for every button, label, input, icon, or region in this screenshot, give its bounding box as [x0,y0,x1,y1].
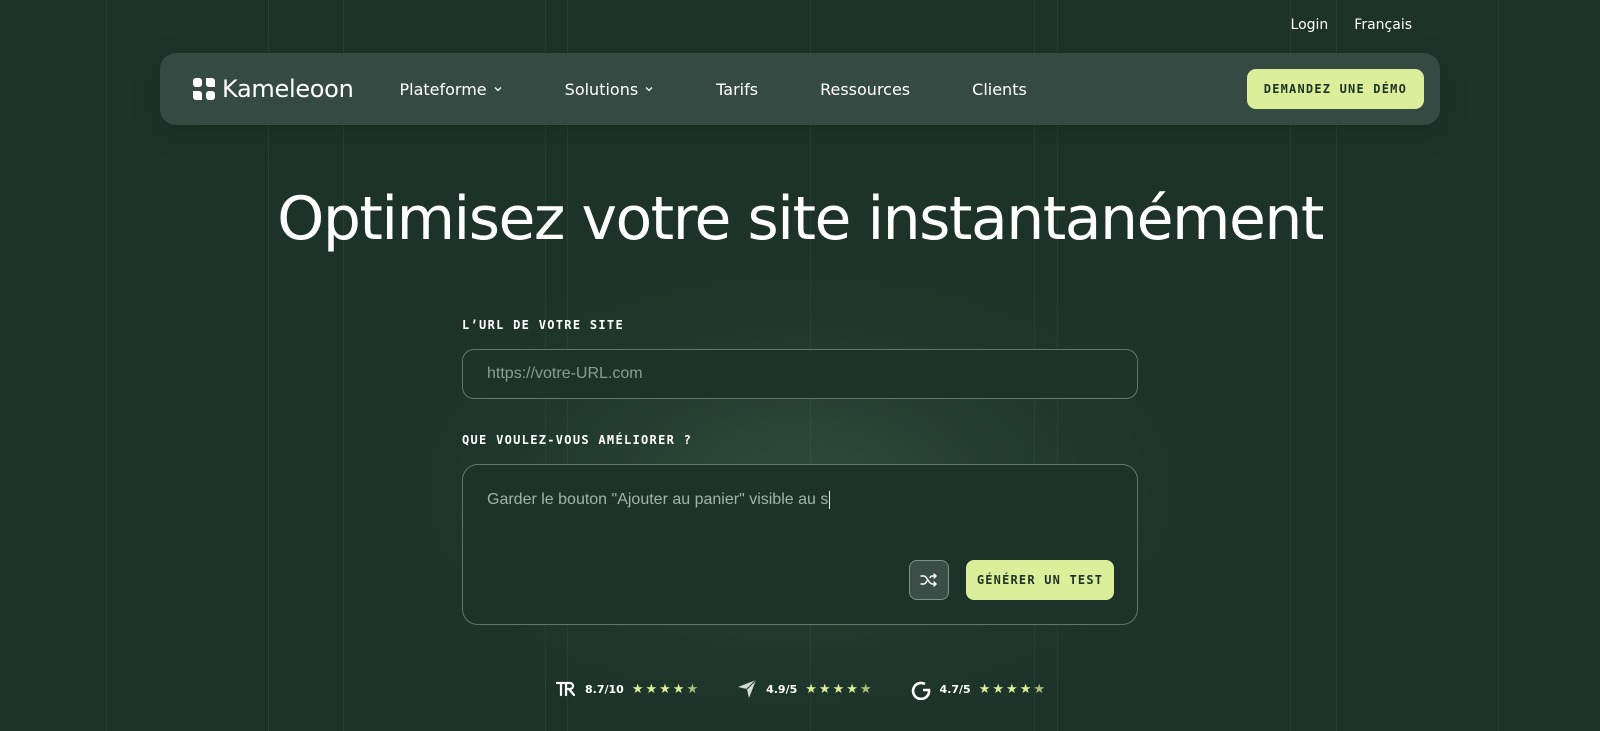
shuffle-suggestion-button[interactable] [909,560,949,600]
nav-item-clients[interactable]: Clients [972,80,1027,99]
shuffle-icon [920,573,937,587]
rating-value: 4.7/5 [939,682,971,696]
page-title: Optimisez votre site instantanément [277,184,1324,254]
star-icon: ★ [659,681,671,697]
rating-g2: 4.7/5 ★ ★ ★ ★ ★ [910,678,1045,700]
url-input[interactable] [462,349,1138,399]
improve-textarea-value: Garder le bouton "Ajouter au panier" vis… [487,491,831,509]
g2-icon [910,678,932,700]
brand-logo[interactable]: Kameleoon [192,75,354,103]
star-rating: ★ ★ ★ ★ ★ [805,682,871,697]
request-demo-button[interactable]: DEMANDEZ UNE DÉMO [1246,69,1424,109]
star-rating: ★ ★ ★ ★ ★ [632,682,698,697]
rating-value: 4.9/5 [766,682,798,696]
language-selector[interactable]: Français [1354,17,1412,33]
generate-test-button[interactable]: GÉNÉRER UN TEST [966,560,1114,600]
star-half-icon: ★ [859,681,872,697]
star-rating: ★ ★ ★ ★ ★ [979,682,1045,697]
star-icon: ★ [805,681,817,697]
rating-value: 8.7/10 [585,682,624,696]
main-navbar: Kameleoon Plateforme Solutions Tarifs Re… [160,53,1440,125]
kameleoon-logo-icon [193,78,215,100]
nav-item-label: Ressources [820,79,911,99]
star-icon: ★ [1019,681,1032,697]
nav-item-label: Solutions [564,79,639,99]
nav-item-tarifs[interactable]: Tarifs [716,80,758,99]
star-icon: ★ [978,681,991,697]
test-generator-form: L’URL DE VOTRE SITE QUE VOULEZ-VOUS AMÉL… [462,318,1138,625]
nav-menu: Plateforme Solutions Tarifs Ressources C… [399,80,1246,99]
nav-item-solutions[interactable]: Solutions [565,80,655,99]
nav-item-label: Clients [972,79,1027,99]
nav-item-label: Tarifs [716,79,759,99]
brand-name: Kameleoon [222,75,354,103]
star-half-icon: ★ [1033,681,1045,697]
star-icon: ★ [832,681,845,697]
rating-capterra: 4.9/5 ★ ★ ★ ★ ★ [736,678,872,700]
trustradius-icon [555,678,577,700]
capterra-icon [736,678,758,700]
nav-item-ressources[interactable]: Ressources [820,80,910,99]
star-icon: ★ [1006,681,1018,697]
improve-field-label: QUE VOULEZ-VOUS AMÉLIORER ? [462,433,693,447]
chevron-down-icon [494,87,502,92]
rating-trustradius: 8.7/10 ★ ★ ★ ★ ★ [555,678,698,700]
nav-item-label: Plateforme [399,79,487,99]
top-utility-bar: Login Français [1291,17,1412,33]
nav-item-plateforme[interactable]: Plateforme [399,80,502,99]
star-icon: ★ [631,681,644,697]
star-icon: ★ [818,681,831,697]
url-field-label: L’URL DE VOTRE SITE [462,318,624,332]
star-icon: ★ [645,681,658,697]
improve-textarea[interactable]: Garder le bouton "Ajouter au panier" vis… [462,464,1138,625]
star-icon: ★ [672,681,685,697]
login-link[interactable]: Login [1291,17,1329,33]
star-icon: ★ [846,681,858,697]
star-half-icon: ★ [686,681,699,697]
star-icon: ★ [992,681,1005,697]
ratings-bar: 8.7/10 ★ ★ ★ ★ ★ 4.9/5 ★ ★ ★ ★ ★ 4.7/5 ★ ★ ★ ★ ★ [0,678,1600,700]
chevron-down-icon [645,87,653,92]
